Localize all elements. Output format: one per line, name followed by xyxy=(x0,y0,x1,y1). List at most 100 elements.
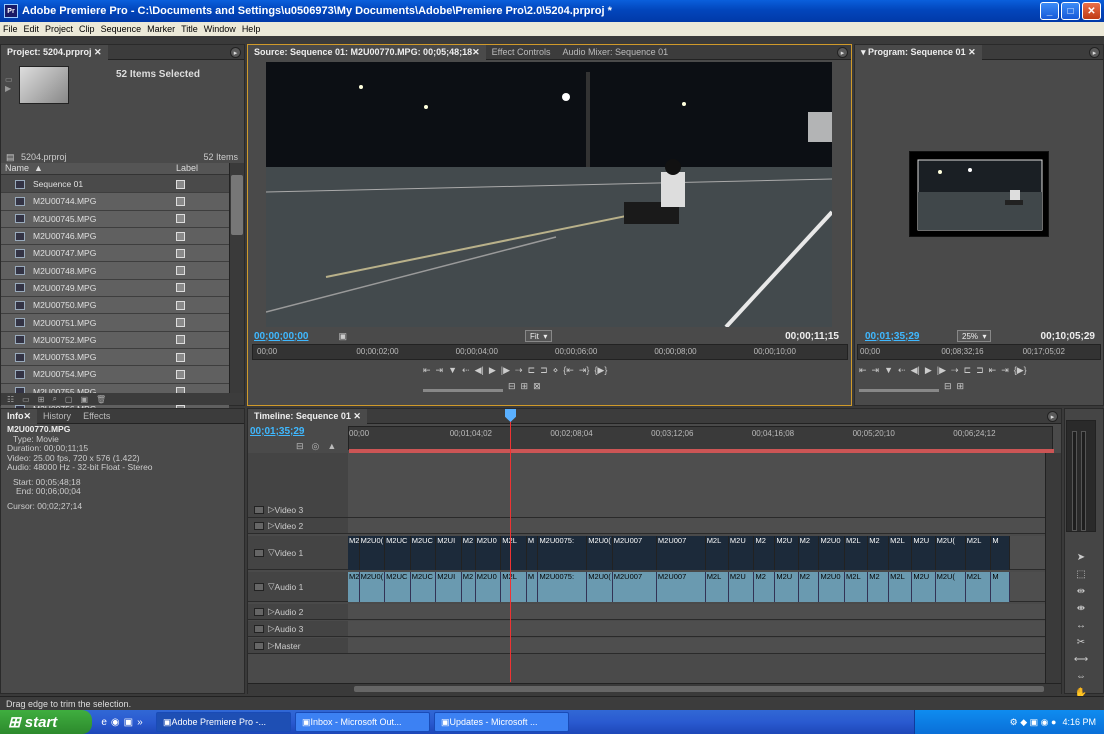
project-toolbar[interactable]: ☷ ▭ ⊞ ⌕ ▢ ▣ 🗑 xyxy=(1,393,244,405)
audio-clip[interactable]: M2UC xyxy=(410,572,437,602)
taskbar-task[interactable]: ▣ Inbox - Microsoft Out... xyxy=(295,712,430,732)
program-transport-controls[interactable]: ⇤ ⇥ ▼ ⇠ ◀| ▶ |▶ ⇢ ⊏ ⊐ ⇤ ⇥ {▶} ⊟ ⊞ xyxy=(859,365,1103,392)
tab-history[interactable]: History xyxy=(37,409,77,424)
tab-effects[interactable]: Effects xyxy=(77,409,116,424)
track-header-audio-1[interactable]: ▽ Audio 1 xyxy=(248,572,348,602)
project-item[interactable]: M2U00749.MPG xyxy=(1,279,229,298)
program-zoom-select[interactable]: 25% ▾ xyxy=(957,330,992,342)
audio-clip[interactable]: M2L xyxy=(965,572,992,602)
timeline-horizontal-scrollbar[interactable] xyxy=(248,683,1061,694)
track-header-master[interactable]: ▷ Master xyxy=(248,638,348,654)
project-column-header[interactable]: Name ▲ Label xyxy=(1,163,229,175)
video-clip[interactable]: M2L xyxy=(705,536,729,570)
taskbar-task[interactable]: ▣ Adobe Premiere Pro -... xyxy=(156,712,291,732)
menu-window[interactable]: Window xyxy=(201,24,239,34)
video-clip[interactable]: M2UC xyxy=(385,536,411,570)
timeline-toolbar[interactable]: ⊟ ◎ ▲ xyxy=(296,441,336,452)
audio-clip[interactable]: M2U0 xyxy=(819,572,846,602)
project-item[interactable]: M2U00747.MPG xyxy=(1,245,229,263)
menu-help[interactable]: Help xyxy=(239,24,264,34)
razor-tool-icon[interactable]: ✂ xyxy=(1077,637,1085,648)
automate-icon[interactable]: ⊞ xyxy=(38,395,45,404)
menu-marker[interactable]: Marker xyxy=(144,24,178,34)
label-swatch[interactable] xyxy=(176,352,185,362)
speaker-icon[interactable] xyxy=(254,607,264,616)
track-select-tool-icon[interactable]: ⬚ xyxy=(1076,569,1085,580)
video-clip[interactable]: M2L xyxy=(501,536,527,570)
track-header-audio-2[interactable]: ▷ Audio 2 xyxy=(248,604,348,620)
menu-sequence[interactable]: Sequence xyxy=(98,24,145,34)
audio-clip[interactable]: M2U0( xyxy=(587,572,613,602)
track-header-audio-3[interactable]: ▷ Audio 3 xyxy=(248,621,348,637)
audio-clip[interactable]: M2U007 xyxy=(656,572,706,602)
audio-clip[interactable]: M2U( xyxy=(935,572,966,602)
speaker-icon[interactable] xyxy=(254,641,264,650)
project-scrollbar[interactable] xyxy=(229,163,244,394)
video-clip[interactable]: M2 xyxy=(868,536,890,570)
track-header-video-1[interactable]: ▽ Video 1 xyxy=(248,536,348,570)
minimize-button[interactable]: _ xyxy=(1040,2,1059,20)
outlook-icon[interactable]: ◉ xyxy=(111,717,120,728)
video-clip[interactable]: M xyxy=(991,536,1010,570)
video-clip[interactable]: M2U0 xyxy=(475,536,502,570)
tab-info[interactable]: Info ✕ xyxy=(1,408,38,424)
video-clip[interactable]: M2 xyxy=(461,536,476,570)
video-clip[interactable]: M2U xyxy=(775,536,799,570)
track-area[interactable] xyxy=(348,604,1045,620)
menu-edit[interactable]: Edit xyxy=(21,24,43,34)
video-clip[interactable]: M2U0075: xyxy=(538,536,588,570)
video-clip[interactable]: M2 xyxy=(798,536,820,570)
project-item[interactable]: M2U00748.MPG xyxy=(1,262,229,280)
ripple-edit-tool-icon[interactable]: ⇹ xyxy=(1077,586,1085,597)
ie-icon[interactable]: e xyxy=(101,717,107,728)
playhead[interactable] xyxy=(510,418,511,682)
audio-clip[interactable]: M2 xyxy=(798,572,820,602)
rolling-edit-tool-icon[interactable]: ⇼ xyxy=(1077,603,1085,614)
audio-clip[interactable]: M2U xyxy=(912,572,936,602)
audio-clip[interactable]: M2L xyxy=(845,572,869,602)
selection-tool-icon[interactable]: ➤ xyxy=(1077,552,1085,563)
track-area[interactable] xyxy=(348,502,1045,518)
delete-icon[interactable]: 🗑 xyxy=(96,395,106,404)
audio-clip[interactable]: M2U xyxy=(775,572,799,602)
video-clip[interactable]: M2U007 xyxy=(656,536,706,570)
audio-clip[interactable]: M2 xyxy=(754,572,776,602)
audio-clip[interactable]: M2U0 xyxy=(475,572,502,602)
track-header-video-3[interactable]: ▷ Video 3 xyxy=(248,502,348,518)
source-transport-controls[interactable]: ⇤ ⇥ ▼ ⇠ ◀| ▶ |▶ ⇢ ⊏ ⊐ ⋄ {⇤ ⇥} {▶} ⊟ ⊞ ⊠ xyxy=(423,365,683,392)
audio-clip[interactable]: M2L xyxy=(889,572,913,602)
video-clip[interactable]: M2L xyxy=(889,536,913,570)
video-clip[interactable]: M2UC xyxy=(410,536,437,570)
tab-source-0[interactable]: Source: Sequence 01: M2U00770.MPG: 00;05… xyxy=(248,44,486,60)
snap-icon[interactable]: ⊟ xyxy=(296,441,304,452)
audio-clip[interactable]: M xyxy=(526,572,539,602)
project-item[interactable]: M2U00745.MPG xyxy=(1,210,229,228)
video-clip[interactable]: M2 xyxy=(348,536,360,570)
audio-clip[interactable]: M2 xyxy=(868,572,890,602)
project-item[interactable]: M2U00754.MPG xyxy=(1,366,229,384)
speaker-icon[interactable] xyxy=(254,624,264,633)
video-clip[interactable]: M2U0( xyxy=(587,536,613,570)
slip-tool-icon[interactable]: ⟷ xyxy=(1074,654,1088,665)
label-swatch[interactable] xyxy=(176,196,185,206)
source-time-ruler[interactable]: 00;00 00;00;02;00 00;00;04;00 00;00;06;00 00… xyxy=(252,344,848,360)
audio-clip[interactable]: M2L xyxy=(501,572,527,602)
video-clip[interactable]: M2UI xyxy=(436,536,462,570)
label-swatch[interactable] xyxy=(176,231,185,241)
label-swatch[interactable] xyxy=(176,266,185,276)
eye-icon[interactable] xyxy=(254,521,264,530)
icon-view-icon[interactable]: ▭ xyxy=(22,395,30,404)
video-clip[interactable]: M2U xyxy=(728,536,755,570)
close-button[interactable]: ✕ xyxy=(1082,2,1101,20)
source-zoom-select[interactable]: Fit ▾ xyxy=(525,330,553,342)
panel-menu-icon[interactable]: ▸ xyxy=(837,47,848,58)
video-clip[interactable]: M xyxy=(526,536,539,570)
audio-clip[interactable]: M2L xyxy=(705,572,729,602)
panel-menu-icon[interactable]: ▸ xyxy=(230,47,241,58)
video-clip[interactable]: M2U xyxy=(912,536,936,570)
panel-menu-icon[interactable]: ▸ xyxy=(1047,411,1058,422)
audio-clip[interactable]: M2U0075: xyxy=(538,572,588,602)
list-view-icon[interactable]: ☷ xyxy=(7,395,14,404)
menu-project[interactable]: Project xyxy=(42,24,76,34)
track-area[interactable] xyxy=(348,621,1045,637)
